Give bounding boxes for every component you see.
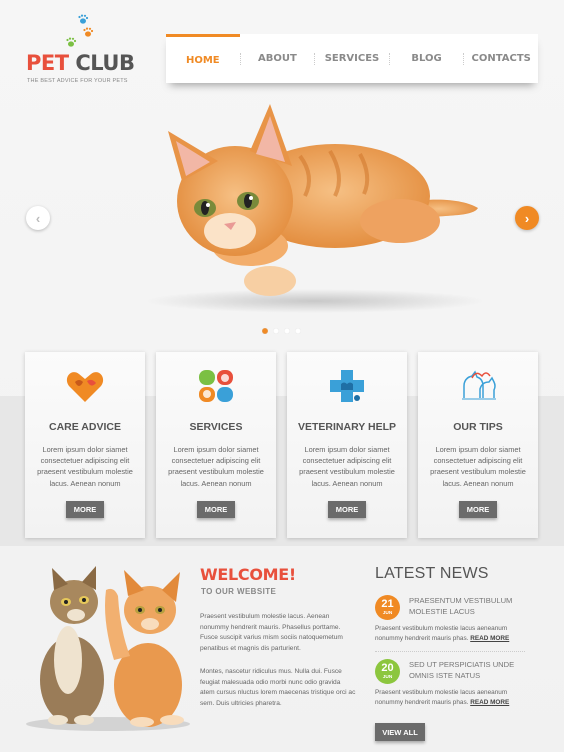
nav-item-about[interactable]: ABOUT bbox=[241, 34, 315, 83]
date-month: JUN bbox=[382, 675, 393, 680]
feature-title: VETERINARY HELP bbox=[297, 421, 397, 433]
cat-dog-outline-icon bbox=[462, 370, 496, 400]
view-all-button[interactable]: VIEW ALL bbox=[375, 723, 425, 741]
site-logo[interactable]: PET CLUB THE BEST ADVICE FOR YOUR PETS bbox=[26, 12, 146, 88]
feature-card-care-advice: CARE ADVICE Lorem ipsum dolor siamet con… bbox=[25, 352, 145, 538]
date-month: JUN bbox=[382, 611, 393, 616]
slide-image-orange-kitten bbox=[145, 104, 485, 313]
paw-prints-icon bbox=[66, 14, 94, 47]
nav-item-contacts[interactable]: CONTACTS bbox=[464, 34, 538, 83]
site-tagline: THE BEST ADVICE FOR YOUR PETS bbox=[27, 78, 128, 84]
hero-slider: ‹ › bbox=[0, 96, 564, 346]
heart-pets-icon bbox=[66, 372, 104, 402]
slider-prev-button[interactable]: ‹ bbox=[26, 206, 50, 230]
slider-dot[interactable] bbox=[284, 328, 290, 334]
logo-word-club: CLUB bbox=[75, 51, 135, 75]
feature-title: CARE ADVICE bbox=[49, 421, 121, 433]
slider-dot[interactable] bbox=[295, 328, 301, 334]
feature-title: OUR TIPS bbox=[453, 421, 503, 433]
feature-description: Lorem ipsum dolor siamet consectetuer ad… bbox=[430, 445, 526, 488]
page: PET CLUB THE BEST ADVICE FOR YOUR PETS H… bbox=[0, 0, 564, 752]
news-excerpt: Praesent vestibulum molestie lacus aenea… bbox=[375, 624, 525, 644]
slider-dot[interactable] bbox=[262, 328, 268, 334]
feature-card-veterinary-help: VETERINARY HELP Lorem ipsum dolor siamet… bbox=[287, 352, 407, 538]
welcome-paragraph: Montes, nascetur ridiculus mus. Nulla du… bbox=[200, 668, 356, 707]
news-headline[interactable]: PRAESENTUM VESTIBULUM MOLESTIE LACUS bbox=[409, 596, 529, 617]
veterinary-cross-icon bbox=[330, 370, 364, 402]
read-more-link[interactable]: READ MORE bbox=[470, 699, 509, 706]
feature-description: Lorem ipsum dolor siamet consectetuer ad… bbox=[168, 445, 264, 488]
date-badge: 21 JUN bbox=[375, 595, 400, 620]
date-badge: 20 JUN bbox=[375, 659, 400, 684]
news-divider bbox=[375, 651, 525, 652]
feature-description: Lorem ipsum dolor siamet consectetuer ad… bbox=[299, 445, 395, 488]
feature-description: Lorem ipsum dolor siamet consectetuer ad… bbox=[37, 445, 133, 488]
news-headline[interactable]: SED UT PERSPICIATIS UNDE OMNIS ISTE NATU… bbox=[409, 660, 529, 681]
features-section: CARE ADVICE Lorem ipsum dolor siamet con… bbox=[25, 352, 539, 538]
more-button[interactable]: MORE bbox=[197, 501, 235, 518]
read-more-link[interactable]: READ MORE bbox=[470, 635, 509, 642]
welcome-heading: WELCOME! bbox=[200, 565, 296, 584]
more-button[interactable]: MORE bbox=[66, 501, 104, 518]
news-excerpt: Praesent vestibulum molestie lacus aenea… bbox=[375, 688, 525, 708]
slider-pagination bbox=[262, 328, 301, 334]
logo-wordmark: PET CLUB bbox=[26, 51, 135, 75]
pets-grid-icon bbox=[199, 370, 233, 402]
welcome-subheading: TO OUR WEBSITE bbox=[201, 587, 277, 596]
logo-word-pet: PET bbox=[26, 51, 69, 75]
date-day: 21 bbox=[381, 598, 394, 610]
two-kittens-image bbox=[26, 566, 190, 731]
feature-title: SERVICES bbox=[189, 421, 243, 433]
main-navigation: HOME ABOUT SERVICES BLOG CONTACTS bbox=[166, 34, 538, 83]
more-button[interactable]: MORE bbox=[459, 501, 497, 518]
feature-card-services: SERVICES Lorem ipsum dolor siamet consec… bbox=[156, 352, 276, 538]
nav-item-blog[interactable]: BLOG bbox=[390, 34, 464, 83]
chevron-right-icon: › bbox=[524, 210, 530, 226]
feature-card-our-tips: OUR TIPS Lorem ipsum dolor siamet consec… bbox=[418, 352, 538, 538]
nav-item-home[interactable]: HOME bbox=[166, 34, 240, 83]
more-button[interactable]: MORE bbox=[328, 501, 366, 518]
date-day: 20 bbox=[381, 662, 394, 674]
slider-next-button[interactable]: › bbox=[515, 206, 539, 230]
welcome-paragraph: Praesent vestibulum molestie lacus. Aene… bbox=[200, 613, 343, 652]
slider-dot[interactable] bbox=[273, 328, 279, 334]
nav-item-services[interactable]: SERVICES bbox=[315, 34, 389, 83]
chevron-left-icon: ‹ bbox=[35, 210, 41, 226]
latest-news-heading: LATEST NEWS bbox=[375, 565, 489, 582]
